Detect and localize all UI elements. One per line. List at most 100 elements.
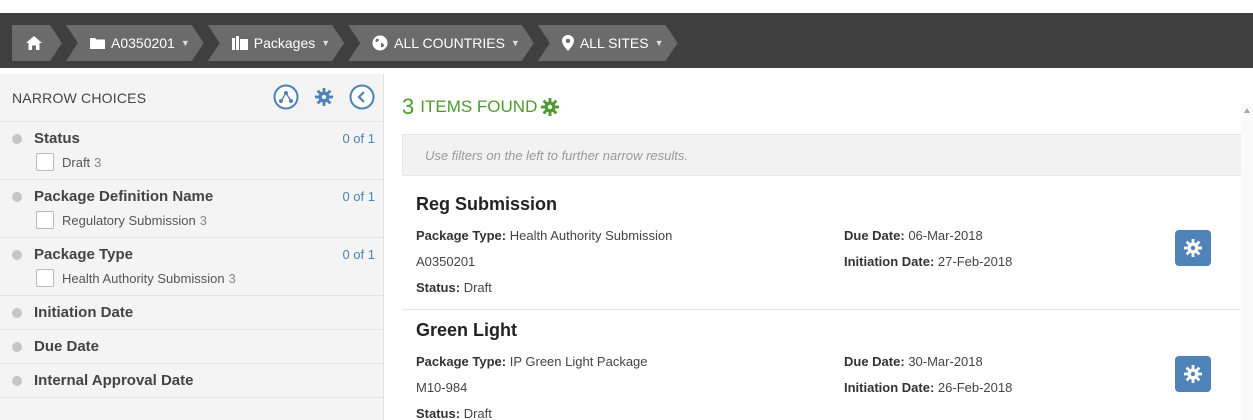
sidebar-title: NARROW CHOICES xyxy=(12,89,147,106)
option-count: 3 xyxy=(228,270,236,286)
facet-option[interactable]: Regulatory Submission 3 xyxy=(36,211,371,229)
breadcrumb-countries-label: ALL COUNTRIES xyxy=(394,35,505,51)
option-label: Regulatory Submission xyxy=(62,212,196,228)
status-value: Draft xyxy=(463,406,492,420)
top-navigation-bar: A0350201 ▼ Packages ▼ ALL COUNTRIES ▼ AL… xyxy=(0,0,1253,68)
option-count: 3 xyxy=(199,212,207,228)
breadcrumb-packages[interactable]: Packages ▼ xyxy=(208,25,344,61)
checkbox[interactable] xyxy=(36,211,54,229)
gear-icon[interactable] xyxy=(541,98,560,116)
facet-label: Status xyxy=(34,130,80,147)
scroll-up-arrow-icon[interactable] xyxy=(1244,108,1250,113)
breadcrumb-project[interactable]: A0350201 ▼ xyxy=(66,25,204,61)
due-date-value: 06-Mar-2018 xyxy=(908,228,983,243)
collapse-dot-icon xyxy=(12,375,22,386)
facet-label: Package Type xyxy=(34,246,133,263)
collapse-dot-icon xyxy=(12,307,22,318)
initiation-date-line: Initiation Date: 27-Feb-2018 xyxy=(844,254,1012,269)
facet-count: 0 of 1 xyxy=(342,189,375,204)
package-code: A0350201 xyxy=(416,254,476,269)
breadcrumb-sites[interactable]: ALL SITES ▼ xyxy=(538,25,678,61)
option-label: Draft xyxy=(62,154,91,170)
package-type-line: Package Type: IP Green Light Package xyxy=(416,354,648,369)
facet-status: Status 0 of 1 Draft 3 xyxy=(0,122,383,180)
facet-package-definition-name: Package Definition Name 0 of 1 Regulator… xyxy=(0,180,383,238)
checkbox[interactable] xyxy=(36,153,54,171)
package-type-line: Package Type: Health Authority Submissio… xyxy=(416,228,672,243)
facet-initiation-date[interactable]: Initiation Date xyxy=(0,296,383,330)
initiation-date-line: Initiation Date: 26-Feb-2018 xyxy=(844,380,1012,395)
due-date-label: Due Date: xyxy=(844,228,905,243)
status-label: Status: xyxy=(416,406,461,420)
package-type-value: Health Authority Submission xyxy=(509,228,673,243)
facet-internal-approval-date[interactable]: Internal Approval Date xyxy=(0,364,383,398)
collapse-dot-icon xyxy=(12,191,22,202)
filter-sidebar: NARROW CHOICES Status 0 of 1 Draft 3 Pack… xyxy=(0,74,384,420)
due-date-label: Due Date: xyxy=(844,354,905,369)
package-type-value: IP Green Light Package xyxy=(509,354,648,369)
chevron-down-icon: ▼ xyxy=(510,38,520,48)
breadcrumb-countries[interactable]: ALL COUNTRIES ▼ xyxy=(348,25,534,61)
facet-header[interactable]: Package Definition Name xyxy=(12,188,371,205)
facet-label: Initiation Date xyxy=(34,304,134,321)
gear-icon xyxy=(1184,239,1202,257)
folder-icon xyxy=(90,37,105,49)
results-list: Reg Submission Package Type: Health Auth… xyxy=(402,180,1242,420)
collapse-sidebar-icon[interactable] xyxy=(349,84,375,110)
option-count: 3 xyxy=(94,154,102,170)
status-line: Status: Draft xyxy=(416,280,492,295)
facet-count: 0 of 1 xyxy=(342,131,375,146)
sidebar-tools xyxy=(261,84,375,110)
breadcrumb-project-label: A0350201 xyxy=(111,35,175,51)
chevron-down-icon: ▼ xyxy=(321,38,331,48)
breadcrumb-home[interactable] xyxy=(12,25,62,61)
sidebar-header: NARROW CHOICES xyxy=(0,74,383,122)
chevron-down-icon: ▼ xyxy=(654,38,664,48)
facet-option[interactable]: Health Authority Submission 3 xyxy=(36,269,371,287)
initiation-date-value: 27-Feb-2018 xyxy=(937,254,1013,269)
chevron-down-icon: ▼ xyxy=(180,38,190,48)
facet-header[interactable]: Status xyxy=(12,130,371,147)
breadcrumb-sites-label: ALL SITES xyxy=(579,35,649,51)
facet-header[interactable]: Internal Approval Date xyxy=(12,372,371,389)
breadcrumb-packages-label: Packages xyxy=(253,35,316,51)
actions-button[interactable] xyxy=(1175,356,1211,392)
actions-button[interactable] xyxy=(1175,230,1211,266)
gear-icon xyxy=(1184,365,1202,383)
collapse-dot-icon xyxy=(12,341,22,352)
facet-label: Internal Approval Date xyxy=(34,372,194,389)
due-date-line: Due Date: 30-Mar-2018 xyxy=(844,354,983,369)
facet-count: 0 of 1 xyxy=(342,247,375,262)
facet-header[interactable]: Initiation Date xyxy=(12,304,371,321)
package-type-label: Package Type: xyxy=(416,354,507,369)
facet-header[interactable]: Package Type xyxy=(12,246,371,263)
initiation-date-value: 26-Feb-2018 xyxy=(937,380,1013,395)
results-panel: 3 ITEMS FOUND Use filters on the left to… xyxy=(402,82,1253,420)
option-label: Health Authority Submission xyxy=(62,270,225,286)
facet-label: Package Definition Name xyxy=(34,188,214,205)
network-icon[interactable] xyxy=(273,84,299,110)
filter-hint: Use filters on the left to further narro… xyxy=(402,134,1253,176)
gear-icon[interactable] xyxy=(311,84,337,110)
facet-option[interactable]: Draft 3 xyxy=(36,153,371,171)
result-name[interactable]: Reg Submission xyxy=(416,194,557,215)
status-label: Status: xyxy=(416,280,461,295)
package-code: M10-984 xyxy=(416,380,468,395)
status-line: Status: Draft xyxy=(416,406,492,420)
books-icon xyxy=(232,36,248,50)
facet-due-date[interactable]: Due Date xyxy=(0,330,383,364)
results-scrollbar[interactable] xyxy=(1241,104,1253,420)
facet-header[interactable]: Due Date xyxy=(12,338,371,355)
due-date-line: Due Date: 06-Mar-2018 xyxy=(844,228,983,243)
result-name[interactable]: Green Light xyxy=(416,320,517,341)
checkbox[interactable] xyxy=(36,269,54,287)
package-type-label: Package Type: xyxy=(416,228,507,243)
map-marker-icon xyxy=(562,35,574,51)
result-card[interactable]: Green Light Package Type: IP Green Light… xyxy=(402,310,1240,420)
items-found-count: 3 xyxy=(402,94,415,119)
collapse-dot-icon xyxy=(12,133,22,144)
facet-package-type: Package Type 0 of 1 Health Authority Sub… xyxy=(0,238,383,296)
globe-icon xyxy=(372,35,388,51)
top-strip xyxy=(0,0,1253,13)
result-card[interactable]: Reg Submission Package Type: Health Auth… xyxy=(402,184,1240,310)
